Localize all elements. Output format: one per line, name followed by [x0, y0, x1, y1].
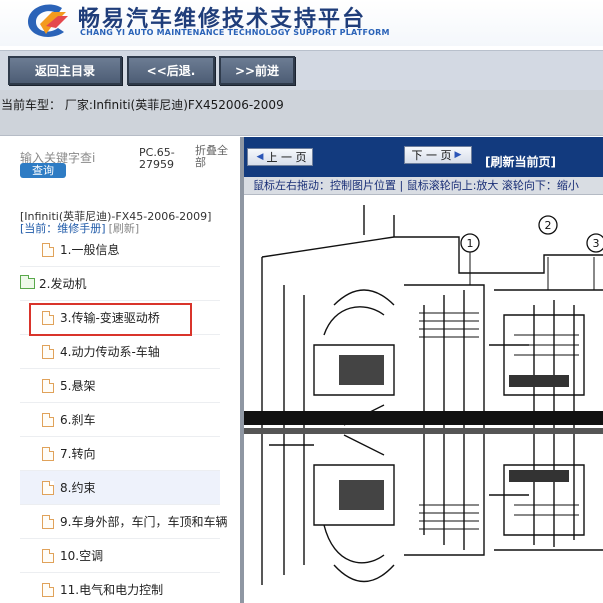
document-icon	[42, 378, 54, 393]
arrow-right-icon: ▶	[454, 150, 462, 160]
forward-button[interactable]: >>前进	[219, 56, 295, 85]
main-toolbar: 返回主目录 <<后退. >>前进	[0, 50, 603, 90]
current-vehicle: 当前车型： 厂家:Infiniti(英菲尼迪)FX452006-2009	[1, 98, 284, 112]
back-button[interactable]: <<后退.	[127, 56, 215, 85]
chang-yi-logo-icon	[28, 4, 68, 37]
document-icon	[42, 582, 54, 597]
refresh-page-link[interactable]: [刷新当前页]	[485, 153, 556, 170]
home-button[interactable]: 返回主目录	[8, 56, 122, 85]
transmission-diagram[interactable]: 1 2 3	[244, 195, 603, 603]
page-nav-bar: ◀ 上 一 页 下 一 页 ▶ [刷新当前页]	[244, 137, 603, 177]
manual-viewer: ◀ 上 一 页 下 一 页 ▶ [刷新当前页] 鼠标左右拖动：控制图片位置 | 鼠标…	[244, 137, 603, 603]
document-icon	[42, 344, 54, 359]
arrow-left-icon: ◀	[256, 152, 264, 162]
callout-1: 1	[467, 237, 474, 250]
brand-subtitle: CHANG YI AUTO MAINTENANCE TECHNOLOGY SUP…	[80, 28, 390, 37]
prev-page-button[interactable]: ◀ 上 一 页	[247, 148, 313, 166]
tree-item-label: 2.发动机	[39, 277, 87, 291]
document-icon	[42, 412, 54, 427]
document-icon	[42, 446, 54, 461]
tree-item-drivetrain[interactable]: 4.动力传动系-车轴	[20, 335, 220, 369]
tree-item-brakes[interactable]: 6.刹车	[20, 403, 220, 437]
tree-item-label: 5.悬架	[60, 379, 96, 393]
pc-code: PC.65-27959	[139, 146, 175, 171]
tree-item-label: 11.电气和电力控制	[60, 583, 164, 597]
tree-item-restraints[interactable]: 8.约束	[20, 471, 220, 505]
tree-item-suspension[interactable]: 5.悬架	[20, 369, 220, 403]
tree-item-steering[interactable]: 7.转向	[20, 437, 220, 471]
tree-item-general-info[interactable]: 1.一般信息	[20, 233, 220, 267]
callout-2: 2	[545, 219, 552, 232]
tree-item-label: 6.刹车	[60, 413, 96, 427]
callout-3: 3	[593, 237, 600, 250]
collapse-all-link[interactable]: 折叠全部	[195, 145, 235, 169]
tree-item-label: 10.空调	[60, 549, 104, 563]
next-page-button[interactable]: 下 一 页 ▶	[404, 146, 472, 164]
tree-item-label: 7.转向	[60, 447, 96, 461]
prev-page-label: 上 一 页	[266, 151, 307, 164]
tree-item-engine[interactable]: 2.发动机	[20, 267, 220, 301]
document-icon	[42, 548, 54, 563]
tree-item-label: 1.一般信息	[60, 243, 120, 257]
vehicle-info-bar: 当前车型： 厂家:Infiniti(英菲尼迪)FX452006-2009	[0, 90, 603, 136]
highlight-box	[29, 303, 192, 336]
tree-item-label: 9.车身外部，车门，车顶和车辆	[60, 515, 228, 529]
viewer-hint: 鼠标左右拖动：控制图片位置 | 鼠标滚轮向上:放大 滚轮向下：缩小	[244, 177, 603, 195]
tree-item-hvac[interactable]: 10.空调	[20, 539, 220, 573]
next-page-label: 下 一 页	[411, 149, 452, 162]
tree-item-label: 4.动力传动系-车轴	[60, 345, 160, 359]
document-icon	[42, 514, 54, 529]
folder-icon	[20, 275, 35, 289]
tree-item-electrical[interactable]: 11.电气和电力控制	[20, 573, 220, 603]
document-icon	[42, 242, 54, 257]
tree-item-label: 8.约束	[60, 481, 96, 495]
document-icon	[42, 480, 54, 495]
header-banner: 畅易汽车维修技术支持平台 CHANG YI AUTO MAINTENANCE T…	[0, 0, 603, 46]
left-panel: 输入关键字查i 查询 PC.65-27959 折叠全部 [Infiniti(英菲…	[0, 137, 240, 603]
query-button[interactable]: 查询	[20, 163, 66, 178]
tree-item-body-exterior[interactable]: 9.车身外部，车门，车顶和车辆	[20, 505, 227, 539]
